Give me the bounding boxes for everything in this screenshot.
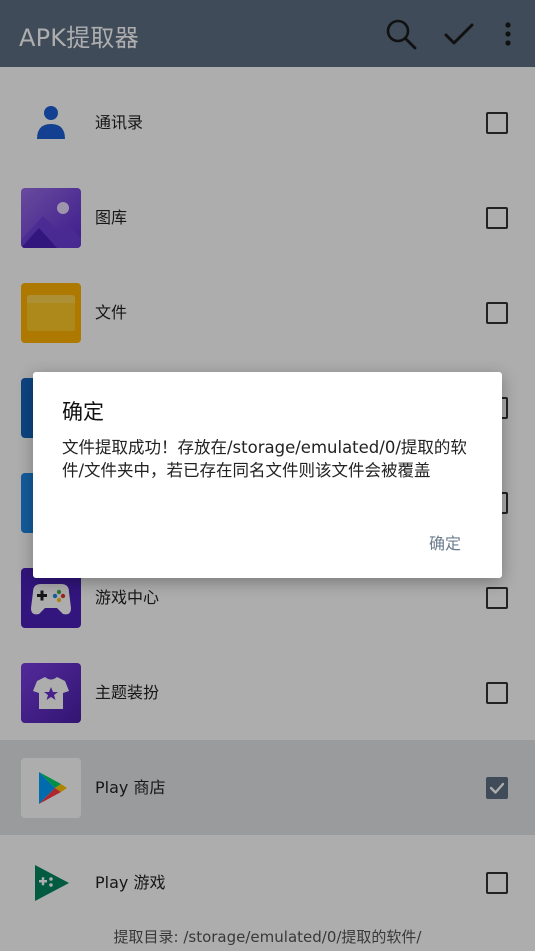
dialog-message: 文件提取成功！存放在/storage/emulated/0/提取的软件/文件夹中…	[62, 438, 467, 480]
dialog-title: 确定	[62, 400, 104, 424]
confirm-dialog: 确定 文件提取成功！存放在/storage/emulated/0/提取的软件/文…	[33, 372, 502, 578]
app-root: APK提取器 通讯录 图库 文件 游戏中心 主题装扮 Play 商店 Play …	[0, 0, 535, 951]
dialog-confirm-button[interactable]: 确定	[423, 528, 467, 556]
